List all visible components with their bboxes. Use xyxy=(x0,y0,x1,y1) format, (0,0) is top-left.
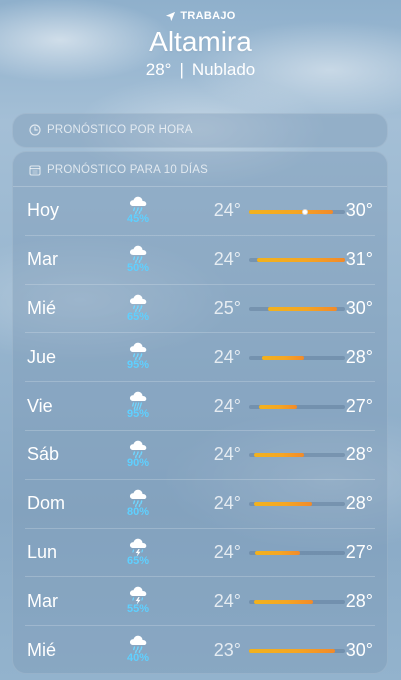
daily-forecast-title: PRONÓSTICO PARA 10 DÍAS xyxy=(47,164,208,176)
high-temp: 28° xyxy=(345,444,373,465)
precip-chance: 80% xyxy=(126,505,150,518)
current-conditions: 28° | Nublado xyxy=(0,60,401,80)
temp-range-bar xyxy=(268,307,337,312)
weather-condition: 65% xyxy=(121,535,155,567)
weather-condition: 50% xyxy=(121,242,155,274)
day-label: Mar xyxy=(27,249,58,270)
precip-chance: 55% xyxy=(126,603,150,616)
precip-chance: 90% xyxy=(126,456,150,469)
cloud-bolt-rain-icon xyxy=(129,587,147,605)
day-row-4[interactable]: Vie 95% 24° 27° xyxy=(25,382,375,431)
high-temp: 30° xyxy=(345,297,373,318)
day-label: Mié xyxy=(27,297,57,318)
day-row-2[interactable]: Mié 65% 25° 30° xyxy=(25,285,375,334)
cloud-bolt-rain-icon xyxy=(129,538,147,557)
weather-condition: 95% xyxy=(121,339,155,371)
day-label: Mar xyxy=(27,590,58,611)
low-temp: 24° xyxy=(213,249,241,270)
day-label: Vie xyxy=(27,395,53,416)
day-row-3[interactable]: Jue 95% 24° 28° xyxy=(25,333,375,383)
precip-chance: 40% xyxy=(126,652,150,665)
day-row-6[interactable]: Dom 80% 24° 28° xyxy=(25,480,375,529)
day-row-5[interactable]: Sáb 90% 24° 28° xyxy=(25,431,375,480)
cloud-rain-icon xyxy=(129,245,147,263)
city-name: Altamira xyxy=(149,26,252,57)
high-temp: 28° xyxy=(345,346,373,367)
precip-chance: 95% xyxy=(126,359,150,372)
cloud-rain-icon xyxy=(129,635,147,654)
weather-condition: 45% xyxy=(121,193,155,225)
location-label-row: TRABAJO xyxy=(0,10,401,22)
separator: | xyxy=(179,60,184,79)
temp-range-bar xyxy=(254,599,313,604)
high-temp: 30° xyxy=(345,640,373,661)
weather-condition: 90% xyxy=(121,437,155,469)
day-row-8[interactable]: Mar 55% 24° 28° xyxy=(25,577,375,627)
day-label: Hoy xyxy=(27,200,60,221)
low-temp: 24° xyxy=(213,590,241,611)
daily-forecast-list: Hoy 45% 24° 30° Mar 50% 24° 31° Mié 65% 25° 30° Jue 9… xyxy=(13,187,387,675)
weather-condition: 80% xyxy=(121,486,155,518)
current-condition: Nublado xyxy=(191,60,256,79)
low-temp: 24° xyxy=(213,541,241,562)
cloud-rain-icon xyxy=(129,440,147,459)
calendar-icon xyxy=(29,165,41,176)
weather-condition: 55% xyxy=(121,583,155,615)
high-temp: 28° xyxy=(345,590,373,611)
weather-condition: 95% xyxy=(121,388,155,420)
hourly-forecast-panel[interactable]: PRONÓSTICO POR HORA xyxy=(12,113,388,148)
low-temp: 25° xyxy=(213,297,241,318)
cloud-rain-icon xyxy=(129,294,147,312)
hourly-forecast-title: PRONÓSTICO POR HORA xyxy=(47,124,193,136)
day-row-9[interactable]: Mié 40% 23° 30° xyxy=(25,626,375,675)
cloud-rain-icon xyxy=(129,343,147,361)
low-temp: 24° xyxy=(213,346,241,367)
precip-chance: 45% xyxy=(126,213,150,225)
hourly-forecast-header: PRONÓSTICO POR HORA xyxy=(13,114,387,136)
current-temp-dot xyxy=(302,208,308,215)
low-temp: 24° xyxy=(213,200,241,221)
temp-range-bar xyxy=(262,355,304,360)
day-row-0[interactable]: Hoy 45% 24° 30° xyxy=(25,187,375,236)
low-temp: 24° xyxy=(213,444,241,465)
temp-range-bar xyxy=(249,209,333,214)
high-temp: 30° xyxy=(345,200,373,221)
high-temp: 27° xyxy=(345,541,373,562)
day-row-7[interactable]: Lun 65% 24° 27° xyxy=(25,529,375,578)
day-label: Jue xyxy=(27,346,57,367)
temp-range-bar xyxy=(259,404,297,409)
weather-condition: 65% xyxy=(121,291,155,323)
day-label: Dom xyxy=(27,493,66,514)
cloud-rain-icon xyxy=(129,196,147,215)
temp-range-bar xyxy=(255,551,300,556)
current-temp: 28° xyxy=(145,60,172,79)
daily-forecast-panel[interactable]: PRONÓSTICO PARA 10 DÍAS Hoy 45% 24° 30° Mar 5… xyxy=(12,151,388,674)
location-arrow-icon xyxy=(166,11,176,21)
precip-chance: 65% xyxy=(126,310,150,323)
location-label: TRABAJO xyxy=(180,10,236,22)
temp-range-bar xyxy=(249,648,335,653)
day-row-1[interactable]: Mar 50% 24° 31° xyxy=(25,236,375,285)
precip-chance: 50% xyxy=(126,261,150,274)
daily-forecast-header: PRONÓSTICO PARA 10 DÍAS xyxy=(13,152,387,187)
high-temp: 31° xyxy=(345,249,373,270)
precip-chance: 65% xyxy=(126,554,150,567)
clock-icon xyxy=(29,124,41,136)
day-label: Mié xyxy=(27,640,57,661)
day-label: Lun xyxy=(27,541,58,562)
cloud-rain-icon xyxy=(129,489,147,507)
temp-range-bar xyxy=(254,502,312,507)
high-temp: 28° xyxy=(345,493,373,514)
cloud-heavy-rain-icon xyxy=(129,391,147,410)
temp-range-bar xyxy=(254,453,304,458)
low-temp: 23° xyxy=(213,640,241,661)
weather-condition: 40% xyxy=(121,632,155,664)
low-temp: 24° xyxy=(213,493,241,514)
high-temp: 27° xyxy=(345,395,373,416)
day-label: Sáb xyxy=(27,444,60,465)
low-temp: 24° xyxy=(213,395,241,416)
location-header: TRABAJO Altamira 28° | Nublado xyxy=(0,10,401,80)
precip-chance: 95% xyxy=(126,408,150,421)
